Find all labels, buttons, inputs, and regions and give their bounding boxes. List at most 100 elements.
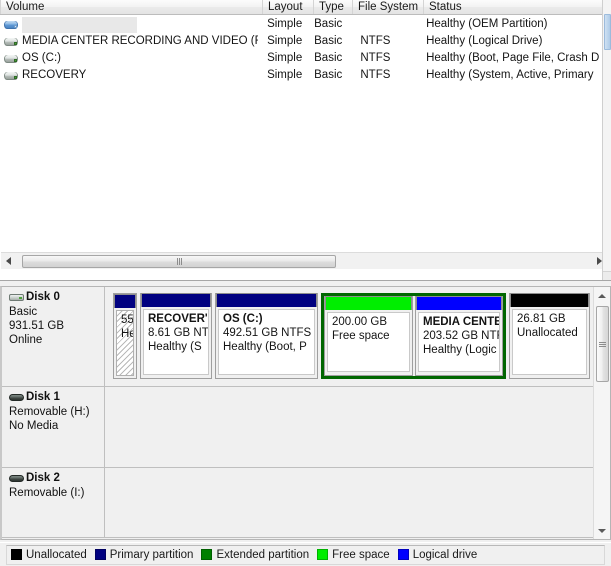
table-row[interactable]: Simple Basic Healthy (OEM Partition) bbox=[1, 16, 602, 33]
volume-list-pane: Volume Layout Type File System Status Si… bbox=[0, 0, 611, 281]
volume-list-column-header: Volume Layout Type File System Status bbox=[0, 0, 611, 15]
partition-os-c[interactable]: OS (C:) 492.51 GB NTFS Healthy (Boot, P bbox=[215, 293, 318, 379]
disk-1-label-panel[interactable]: Disk 1 Removable (H:) No Media bbox=[2, 387, 105, 467]
volume-status-cell: Healthy (Boot, Page File, Crash D bbox=[426, 52, 600, 64]
disk-row-1[interactable]: Disk 1 Removable (H:) No Media bbox=[2, 387, 610, 468]
partition-recovery[interactable]: RECOVER' 8.61 GB NТ Healthy (S bbox=[140, 293, 212, 379]
extended-partition-container[interactable]: 200.00 GB Free space MEDIA CENTE 203.52 … bbox=[321, 293, 506, 379]
volume-filesystem-cell: NTFS bbox=[360, 69, 391, 81]
partition-os-c-info: OS (C:) 492.51 GB NTFS Healthy (Boot, P bbox=[218, 309, 315, 375]
volume-type-cell: Basic bbox=[314, 35, 343, 47]
partition-free-space[interactable]: 200.00 GB Free space bbox=[324, 296, 413, 376]
column-header-volume[interactable]: Volume bbox=[0, 0, 263, 14]
scroll-down-arrow-icon[interactable] bbox=[594, 522, 610, 539]
volume-name-cell bbox=[1, 16, 258, 33]
partition-oem-info: 55 He bbox=[116, 310, 134, 376]
graphical-disk-pane: Disk 0 Basic 931.51 GB Online 55 He bbox=[0, 286, 611, 540]
partition-recovery-size: 8.61 GB NТ bbox=[148, 327, 209, 339]
legend-item-free-space: Free space bbox=[317, 549, 390, 561]
table-row[interactable]: MEDIA CENTER RECORDING AND VIDEO (F:) Si… bbox=[1, 33, 602, 50]
disk-2-title: Disk 2 bbox=[9, 472, 104, 484]
partition-media-center-status: Healthy (Logiс bbox=[423, 344, 497, 356]
disk-2-partitions-empty bbox=[105, 468, 610, 537]
scroll-left-arrow-icon[interactable] bbox=[1, 253, 18, 269]
disk-1-state: No Media bbox=[9, 420, 59, 432]
table-row[interactable]: OS (C:) Simple Basic NTFS Healthy (Boot,… bbox=[1, 50, 602, 67]
legend-swatch-unallocated-icon bbox=[11, 549, 22, 560]
disk-2-label-panel[interactable]: Disk 2 Removable (I:) bbox=[2, 468, 105, 537]
disk-0-state: Online bbox=[9, 334, 43, 346]
disk-0-title: Disk 0 bbox=[9, 291, 104, 303]
partition-unallocated-size: 26.81 GB bbox=[517, 313, 566, 325]
partition-media-center-title: MEDIA CENTE bbox=[423, 316, 500, 328]
horizontal-scrollbar-thumb[interactable] bbox=[22, 255, 336, 268]
column-header-status[interactable]: Status bbox=[424, 0, 610, 14]
disk-2-type: Removable (I:) bbox=[9, 487, 85, 499]
column-header-layout[interactable]: Layout bbox=[263, 0, 314, 14]
disk-row-2[interactable]: Disk 2 Removable (I:) bbox=[2, 468, 610, 538]
disk-management-window: Volume Layout Type File System Status Si… bbox=[0, 0, 611, 566]
volume-filesystem-cell: NTFS bbox=[360, 35, 391, 47]
hard-disk-icon bbox=[9, 292, 24, 302]
window-vertical-scrollbar[interactable] bbox=[602, 0, 611, 280]
partition-os-c-color-bar bbox=[216, 293, 317, 307]
window-scrollbar-thumb[interactable] bbox=[604, 14, 611, 50]
legend-label-free-space: Free space bbox=[332, 548, 390, 561]
volume-type-cell: Basic bbox=[314, 52, 343, 64]
volume-layout-cell: Simple bbox=[267, 35, 303, 47]
legend-label-logical-drive: Logical drive bbox=[412, 548, 478, 561]
partition-free-space-size: 200.00 GB bbox=[332, 316, 387, 328]
volume-name-cell: RECOVERY bbox=[1, 67, 258, 84]
partition-recovery-status: Healthy (S bbox=[148, 341, 202, 353]
drive-icon bbox=[3, 35, 19, 48]
partition-oem-status: He bbox=[121, 328, 133, 340]
disk-1-type: Removable (H:) bbox=[9, 406, 90, 418]
legend-item-logical-drive: Logical drive bbox=[397, 548, 478, 561]
partition-oem[interactable]: 55 He bbox=[113, 293, 137, 379]
partition-media-center-size: 203.52 GB NTF bbox=[423, 330, 500, 342]
legend-swatch-primary-partition-icon bbox=[94, 549, 106, 560]
partition-unallocated[interactable]: 26.81 GB Unallocated bbox=[509, 293, 590, 379]
partition-media-center[interactable]: MEDIA CENTE 203.52 GB NTF Healthy (Logiс bbox=[415, 296, 503, 376]
partition-unallocated-color-bar bbox=[510, 293, 589, 307]
volume-list-rows: Simple Basic Healthy (OEM Partition) MED… bbox=[1, 16, 602, 84]
disk-row-0[interactable]: Disk 0 Basic 931.51 GB Online 55 He bbox=[2, 287, 610, 387]
legend-item-primary-partition: Primary partition bbox=[94, 549, 193, 561]
partition-free-space-color-bar bbox=[325, 296, 412, 310]
disk-2-name: Disk 2 bbox=[26, 472, 60, 484]
scroll-up-arrow-icon[interactable] bbox=[594, 287, 610, 304]
legend-label-extended-partition: Extended partition bbox=[216, 548, 310, 561]
volume-name-label: OS (C:) bbox=[22, 52, 61, 64]
disk-0-partitions: 55 He RECOVER' 8.61 GB NТ Healthy (S bbox=[105, 287, 610, 386]
table-row[interactable]: RECOVERY Simple Basic NTFS Healthy (Syst… bbox=[1, 67, 602, 84]
legend-bar: Unallocated Primary partition Extended p… bbox=[0, 542, 611, 566]
drive-icon-blue bbox=[3, 18, 19, 31]
column-header-file-system[interactable]: File System bbox=[353, 0, 424, 14]
partition-free-space-status: Free space bbox=[332, 330, 390, 342]
disk-0-capacity: 931.51 GB bbox=[9, 320, 64, 332]
vertical-scrollbar-thumb[interactable] bbox=[596, 306, 609, 382]
volume-status-cell: Healthy (OEM Partition) bbox=[426, 18, 548, 30]
partition-media-center-color-bar bbox=[416, 296, 502, 310]
partition-unallocated-status: Unallocated bbox=[517, 327, 578, 339]
legend-swatch-free-space-icon bbox=[317, 549, 329, 560]
partition-oem-size: 55 bbox=[121, 314, 134, 326]
disk-0-label-panel[interactable]: Disk 0 Basic 931.51 GB Online bbox=[2, 287, 105, 386]
volume-name-label: RECOVERY bbox=[22, 69, 87, 81]
volume-type-cell: Basic bbox=[314, 69, 343, 81]
partition-recovery-info: RECOVER' 8.61 GB NТ Healthy (S bbox=[143, 309, 209, 375]
partition-free-space-info: 200.00 GB Free space bbox=[327, 312, 410, 372]
volume-filesystem-cell: NTFS bbox=[360, 52, 391, 64]
column-header-type[interactable]: Type bbox=[314, 0, 353, 14]
disk-0-name: Disk 0 bbox=[26, 291, 60, 303]
drive-icon bbox=[3, 52, 19, 65]
drive-icon bbox=[3, 69, 19, 82]
partition-os-c-title: OS (C:) bbox=[223, 313, 263, 325]
partition-os-c-status: Healthy (Boot, P bbox=[223, 341, 307, 353]
volume-filesystem-cell bbox=[346, 16, 416, 33]
legend-items: Unallocated Primary partition Extended p… bbox=[6, 544, 605, 565]
volume-name-label bbox=[22, 16, 137, 33]
graph-pane-vertical-scrollbar[interactable] bbox=[593, 287, 610, 539]
partition-oem-color-bar bbox=[114, 294, 136, 308]
volume-list-horizontal-scrollbar[interactable] bbox=[1, 252, 610, 269]
